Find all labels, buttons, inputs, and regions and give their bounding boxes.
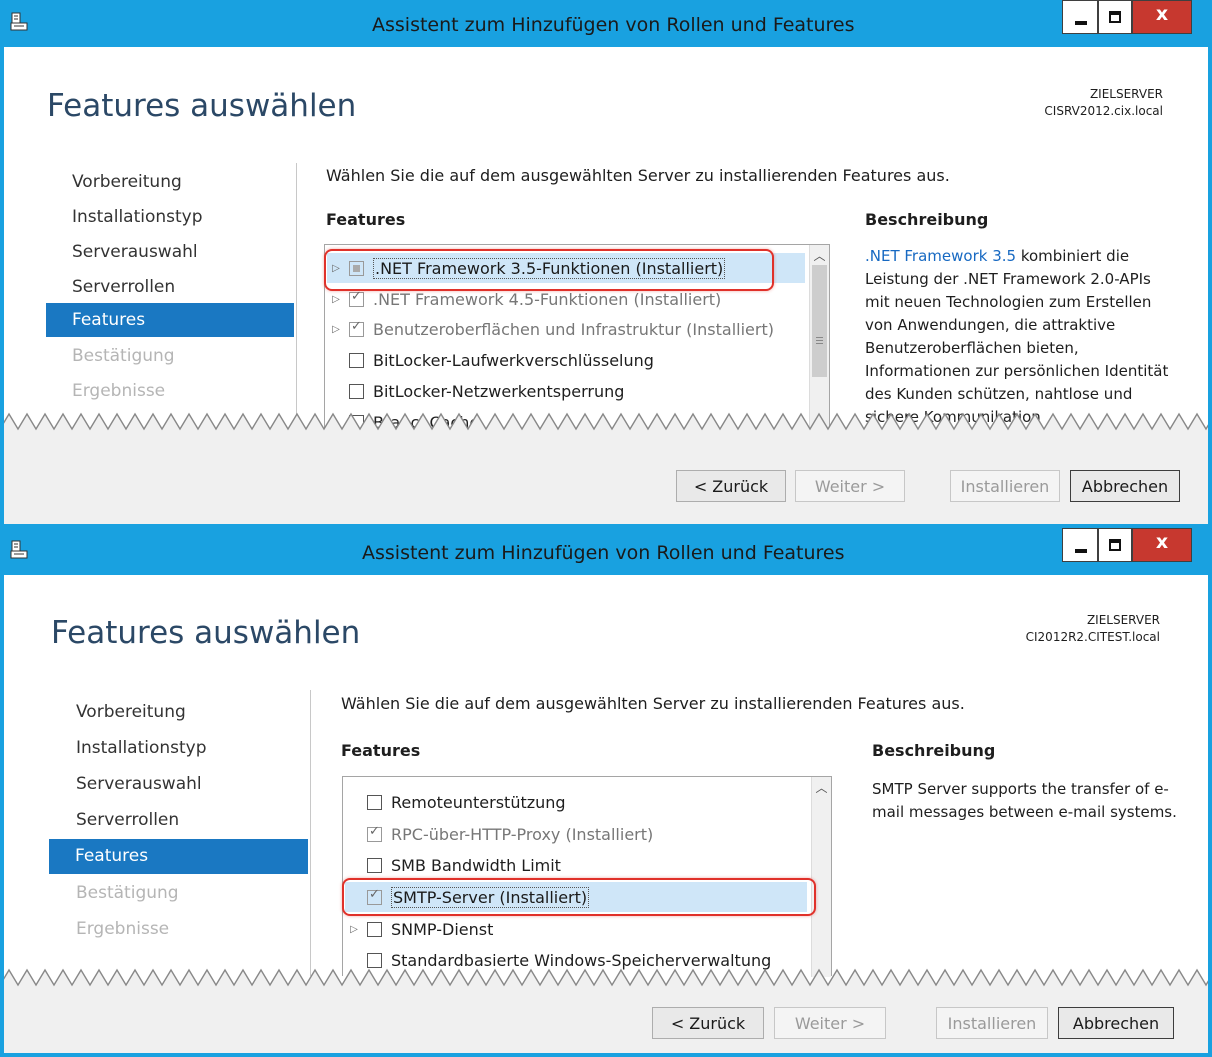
feature-row-bitlocker[interactable]: BitLocker-Laufwerkverschlüsselung <box>327 345 805 375</box>
torn-edge <box>4 968 1208 1002</box>
target-server-label: ZIELSERVER <box>1089 87 1163 101</box>
feature-checkbox[interactable] <box>367 824 382 842</box>
description-header: Beschreibung <box>865 210 989 229</box>
next-button[interactable]: Weiter > <box>774 1007 886 1039</box>
feature-label: Remoteunterstützung <box>391 792 566 812</box>
expand-arrow-icon[interactable]: ▷ <box>345 924 363 935</box>
feature-checkbox[interactable] <box>367 857 382 873</box>
instruction-text: Wählen Sie die auf dem ausgewählten Serv… <box>326 166 950 185</box>
nav-item-bestaetigung: Bestätigung <box>76 883 179 903</box>
minimize-icon[interactable] <box>1062 528 1098 562</box>
nav-item-vorbereitung[interactable]: Vorbereitung <box>72 172 182 192</box>
feature-label: SNMP-Dienst <box>391 919 494 939</box>
server-manager-icon <box>10 12 28 31</box>
cancel-button[interactable]: Abbrechen <box>1070 470 1180 502</box>
features-scrollbar[interactable]: ︿ <box>811 777 831 977</box>
description-text: .NET Framework 3.5 kombiniert die Leistu… <box>865 247 1169 425</box>
close-icon[interactable]: x <box>1132 0 1192 34</box>
install-button[interactable]: Installieren <box>936 1007 1048 1039</box>
nav-item-features[interactable]: Features <box>49 839 308 874</box>
feature-checkbox[interactable] <box>367 794 382 810</box>
nav-item-installationstyp[interactable]: Installationstyp <box>76 738 207 758</box>
torn-edge <box>4 412 1208 446</box>
window-title: Assistent zum Hinzufügen von Rollen und … <box>372 14 855 36</box>
expand-arrow-icon[interactable]: ▷ <box>327 294 345 305</box>
page-title: Features auswählen <box>47 88 357 124</box>
nav-item-serverrollen[interactable]: Serverrollen <box>76 810 179 830</box>
nav-item-serverrollen[interactable]: Serverrollen <box>72 277 175 297</box>
nav-item-bestaetigung: Bestätigung <box>72 346 175 366</box>
feature-row-remoteunterstuetzung[interactable]: Remoteunterstützung <box>345 787 807 817</box>
button-bar: < Zurück Weiter > Installieren Abbrechen <box>4 446 1208 524</box>
description-link[interactable]: .NET Framework 3.5 <box>865 247 1016 265</box>
description-text: SMTP Server supports the transfer of e-m… <box>872 780 1177 821</box>
button-bar: < Zurück Weiter > Installieren Abbrechen <box>4 1002 1208 1053</box>
feature-row-ui-infrastructure[interactable]: ▷ Benutzeroberflächen und Infrastruktur … <box>327 314 805 344</box>
maximize-icon[interactable] <box>1098 0 1132 34</box>
feature-label: RPC-über-HTTP-Proxy (Installiert) <box>391 824 654 844</box>
target-server-info: ZIELSERVER CISRV2012.cix.local <box>1044 86 1163 120</box>
cancel-button[interactable]: Abbrechen <box>1058 1007 1174 1039</box>
nav-divider <box>310 690 311 976</box>
feature-label: Benutzeroberflächen und Infrastruktur (I… <box>373 319 774 339</box>
highlight-annotation <box>324 249 774 291</box>
back-button[interactable]: < Zurück <box>652 1007 764 1039</box>
feature-label: BitLocker-Laufwerkverschlüsselung <box>373 350 654 370</box>
next-button[interactable]: Weiter > <box>795 470 905 502</box>
instruction-text: Wählen Sie die auf dem ausgewählten Serv… <box>341 694 965 713</box>
feature-label: SMB Bandwidth Limit <box>391 855 561 875</box>
feature-row-smb-bandwidth[interactable]: SMB Bandwidth Limit <box>345 850 807 880</box>
scroll-up-icon[interactable]: ︿ <box>810 247 829 264</box>
window-title: Assistent zum Hinzufügen von Rollen und … <box>362 542 845 564</box>
close-icon[interactable]: x <box>1132 528 1192 562</box>
feature-checkbox[interactable] <box>349 383 364 399</box>
target-server-label: ZIELSERVER <box>1086 613 1160 627</box>
page-title: Features auswählen <box>51 615 361 651</box>
feature-label: BitLocker-Netzwerkentsperrung <box>373 381 625 401</box>
minimize-icon[interactable] <box>1062 0 1098 34</box>
install-button[interactable]: Installieren <box>950 470 1060 502</box>
description-header: Beschreibung <box>872 741 996 760</box>
highlight-annotation <box>342 878 816 916</box>
nav-item-ergebnisse: Ergebnisse <box>72 381 166 401</box>
scroll-up-icon[interactable]: ︿ <box>812 779 831 796</box>
nav-divider <box>296 163 297 423</box>
target-server-name: CI2012R2.CITEST.local <box>1025 630 1160 644</box>
nav-item-features[interactable]: Features <box>46 303 294 337</box>
feature-checkbox[interactable] <box>349 289 364 307</box>
title-bar[interactable]: Assistent zum Hinzufügen von Rollen und … <box>4 528 1208 575</box>
nav-item-serverauswahl[interactable]: Serverauswahl <box>76 774 202 794</box>
features-header: Features <box>326 210 406 229</box>
nav-item-installationstyp[interactable]: Installationstyp <box>72 207 203 227</box>
scrollbar-thumb[interactable] <box>812 265 827 377</box>
feature-checkbox[interactable] <box>367 921 382 937</box>
maximize-icon[interactable] <box>1098 528 1132 562</box>
nav-item-ergebnisse: Ergebnisse <box>76 919 170 939</box>
nav-item-vorbereitung[interactable]: Vorbereitung <box>76 702 186 722</box>
title-bar[interactable]: Assistent zum Hinzufügen von Rollen und … <box>4 0 1208 47</box>
wizard-window-1: Assistent zum Hinzufügen von Rollen und … <box>0 0 1212 528</box>
back-button[interactable]: < Zurück <box>676 470 786 502</box>
feature-row-rpc-http-proxy[interactable]: RPC-über-HTTP-Proxy (Installiert) <box>345 819 807 849</box>
target-server-name: CISRV2012.cix.local <box>1044 104 1163 118</box>
feature-row-snmp[interactable]: ▷ SNMP-Dienst <box>345 914 807 944</box>
features-header: Features <box>341 741 421 760</box>
target-server-info: ZIELSERVER CI2012R2.CITEST.local <box>1026 612 1160 646</box>
expand-arrow-icon[interactable]: ▷ <box>327 324 345 335</box>
wizard-window-2: Assistent zum Hinzufügen von Rollen und … <box>0 528 1212 1057</box>
feature-checkbox[interactable] <box>349 319 364 337</box>
nav-item-serverauswahl[interactable]: Serverauswahl <box>72 242 198 262</box>
feature-label: .NET Framework 4.5-Funktionen (Installie… <box>373 289 722 309</box>
server-manager-icon <box>10 540 28 559</box>
feature-checkbox[interactable] <box>349 352 364 368</box>
features-list[interactable]: Remoteunterstützung RPC-über-HTTP-Proxy … <box>342 776 832 977</box>
